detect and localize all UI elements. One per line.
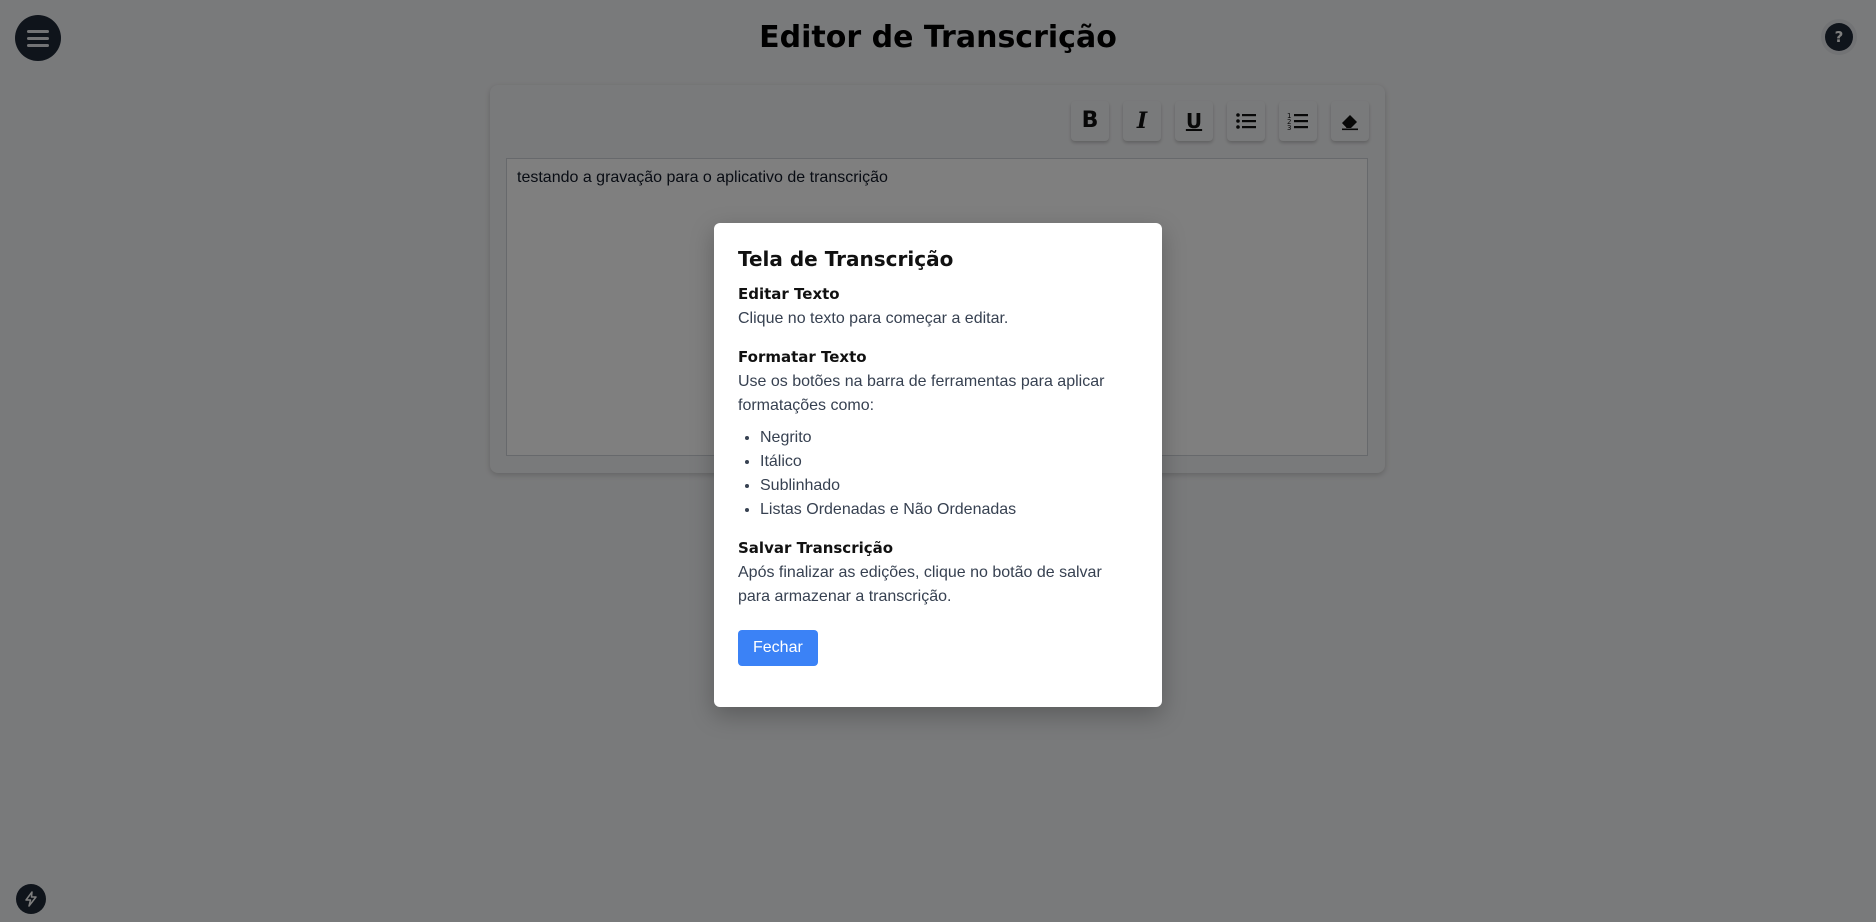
section-heading: Editar Texto	[738, 285, 840, 303]
list-item: Itálico	[760, 450, 1138, 474]
section-heading: Formatar Texto	[738, 348, 867, 366]
section-text: Clique no texto para começar a editar.	[738, 310, 1009, 327]
section-heading: Salvar Transcrição	[738, 539, 894, 557]
section-text: Após finalizar as edições, clique no bot…	[738, 564, 1102, 605]
section-format-text: Formatar Texto Use os botões na barra de…	[738, 348, 1138, 522]
list-item: Negrito	[760, 426, 1138, 450]
modal-title: Tela de Transcrição	[738, 247, 954, 271]
section-text: Use os botões na barra de ferramentas pa…	[738, 373, 1105, 414]
list-item: Listas Ordenadas e Não Ordenadas	[760, 498, 1138, 522]
help-modal: Tela de Transcrição Editar Texto Clique …	[714, 223, 1162, 707]
format-list: Negrito Itálico Sublinhado Listas Ordena…	[738, 426, 1138, 522]
section-save-transcription: Salvar Transcrição Após finalizar as edi…	[738, 539, 1138, 609]
close-button[interactable]: Fechar	[738, 630, 818, 666]
section-edit-text: Editar Texto Clique no texto para começa…	[738, 285, 1138, 331]
list-item: Sublinhado	[760, 474, 1138, 498]
